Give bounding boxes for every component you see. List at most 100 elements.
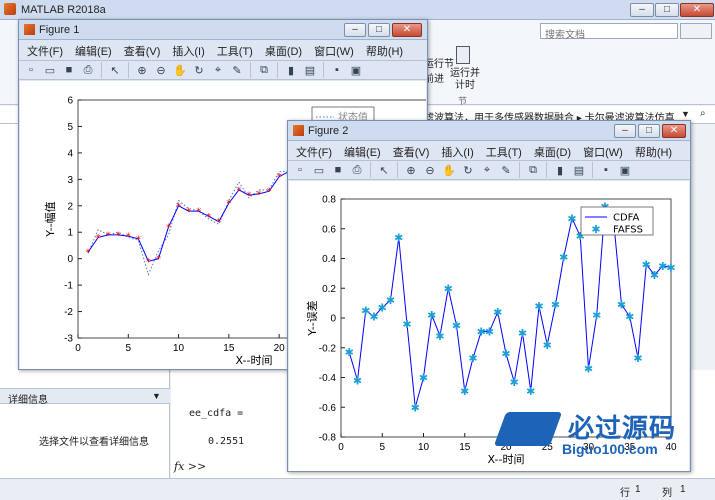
hide-plot-tools-icon[interactable]: ▪ xyxy=(329,62,345,78)
menu-item[interactable]: 编辑(E) xyxy=(75,46,112,58)
pan-icon[interactable]: ✋ xyxy=(441,162,457,178)
menu-item[interactable]: 帮助(H) xyxy=(366,46,403,58)
zoom-out-icon[interactable]: ⊖ xyxy=(153,62,169,78)
menu-item[interactable]: 桌面(D) xyxy=(265,46,302,58)
open-file-icon[interactable]: ▭ xyxy=(311,162,327,178)
open-file-icon[interactable]: ▭ xyxy=(42,62,58,78)
series-marker: ✱ xyxy=(551,299,560,312)
show-plot-tools-icon[interactable]: ▣ xyxy=(348,62,364,78)
figure1-maximize-button[interactable]: □ xyxy=(368,23,390,37)
print-icon[interactable]: ⎙ xyxy=(349,162,365,178)
figure2-minimize-button[interactable]: – xyxy=(614,124,636,138)
figure2-titlebar[interactable]: Figure 2 – □ ✕ xyxy=(288,121,690,141)
zoom-in-icon[interactable]: ⊕ xyxy=(403,162,419,178)
colorbar-icon[interactable]: ▮ xyxy=(552,162,568,178)
menu-item[interactable]: 查看(V) xyxy=(393,147,430,159)
figure1-titlebar[interactable]: Figure 1 – □ ✕ xyxy=(19,20,427,40)
matlab-logo-icon xyxy=(4,3,16,15)
pointer-icon[interactable]: ↖ xyxy=(107,62,123,78)
series-marker: * xyxy=(96,233,101,244)
search-box[interactable]: 搜索文档 xyxy=(540,23,678,41)
menu-item[interactable]: 帮助(H) xyxy=(635,147,672,159)
menu-item[interactable]: 工具(T) xyxy=(217,46,253,58)
y-tick-label: -0.8 xyxy=(319,433,337,444)
series-marker: ✱ xyxy=(518,327,527,340)
figure1-menubar: 文件(F) 编辑(E) 查看(V) 插入(I) 工具(T) 桌面(D) 窗口(W) 帮助(H) xyxy=(27,43,415,59)
y-tick-label: -2 xyxy=(64,307,73,318)
legend-icon[interactable]: ▤ xyxy=(302,62,318,78)
zoom-out-icon[interactable]: ⊖ xyxy=(422,162,438,178)
rotate-icon[interactable]: ↻ xyxy=(460,162,476,178)
close-button[interactable]: ✕ xyxy=(680,3,714,17)
series-marker: ✱ xyxy=(633,352,642,365)
x-tick-label: 15 xyxy=(459,442,471,453)
save-icon[interactable]: ■ xyxy=(330,162,346,178)
legend-icon[interactable]: ▤ xyxy=(571,162,587,178)
pan-icon[interactable]: ✋ xyxy=(172,62,188,78)
x-tick-label: 0 xyxy=(75,343,81,354)
matlab-title: MATLAB R2018a xyxy=(21,4,106,16)
menu-item[interactable]: 窗口(W) xyxy=(583,147,623,159)
matlab-titlebar: MATLAB R2018a – □ ✕ xyxy=(0,0,715,20)
y-tick-label: 1 xyxy=(67,228,73,239)
rotate-icon[interactable]: ↻ xyxy=(191,62,207,78)
path-search-icon[interactable]: ⌕ xyxy=(700,108,706,119)
menu-item[interactable]: 文件(F) xyxy=(27,46,63,58)
hide-plot-tools-icon[interactable]: ▪ xyxy=(598,162,614,178)
pointer-icon[interactable]: ↖ xyxy=(376,162,392,178)
y-tick-label: 0 xyxy=(330,314,336,325)
series-marker: * xyxy=(257,189,262,200)
y-tick-label: -3 xyxy=(64,334,73,345)
legend-label: FAFSS xyxy=(613,225,643,236)
figure1-toolbar: ▫ ▭ ■ ⎙ ↖ ⊕ ⊖ ✋ ↻ ⌖ ✎ ⧉ ▮ ▤ ▪ ▣ xyxy=(19,60,427,80)
data-cursor-icon[interactable]: ⌖ xyxy=(479,162,495,178)
series-marker: ✱ xyxy=(394,232,403,245)
menu-item[interactable]: 插入(I) xyxy=(441,147,473,159)
details-collapse-icon[interactable]: ▼ xyxy=(152,391,161,401)
figure1-close-button[interactable]: ✕ xyxy=(392,23,422,37)
link-plot-icon[interactable]: ⧉ xyxy=(525,162,541,178)
cmd-prompt[interactable]: fx >> xyxy=(174,460,206,473)
details-text: 选择文件以查看详细信息 xyxy=(39,437,149,448)
series-marker: ✱ xyxy=(460,385,469,398)
legend-label: CDFA xyxy=(613,213,640,224)
menu-item[interactable]: 文件(F) xyxy=(296,147,332,159)
menu-item[interactable]: 桌面(D) xyxy=(534,147,571,159)
colorbar-icon[interactable]: ▮ xyxy=(283,62,299,78)
print-icon[interactable]: ⎙ xyxy=(80,62,96,78)
series-marker: ✱ xyxy=(345,346,354,359)
link-plot-icon[interactable]: ⧉ xyxy=(256,62,272,78)
series-marker: ✱ xyxy=(427,309,436,322)
search-options-button[interactable] xyxy=(680,23,712,39)
data-cursor-icon[interactable]: ⌖ xyxy=(210,62,226,78)
maximize-button[interactable]: □ xyxy=(655,3,679,17)
figure2-close-button[interactable]: ✕ xyxy=(662,124,686,138)
cmd-val: 0.2551 xyxy=(208,436,245,447)
details-header[interactable]: 详细信息 ▼ xyxy=(0,388,170,406)
y-tick-label: 3 xyxy=(67,175,73,186)
y-tick-label: -0.4 xyxy=(319,373,337,384)
menu-item[interactable]: 插入(I) xyxy=(172,46,204,58)
status-bar: 行 1 列 1 xyxy=(0,478,715,500)
brush-icon[interactable]: ✎ xyxy=(498,162,514,178)
figure2-maximize-button[interactable]: □ xyxy=(638,124,660,138)
menu-item[interactable]: 查看(V) xyxy=(124,46,161,58)
series-marker: ✱ xyxy=(411,401,420,414)
figure1-minimize-button[interactable]: – xyxy=(344,23,366,37)
new-figure-icon[interactable]: ▫ xyxy=(23,62,39,78)
new-figure-icon[interactable]: ▫ xyxy=(292,162,308,178)
minimize-button[interactable]: – xyxy=(630,3,654,17)
run-time-icon[interactable] xyxy=(456,46,470,64)
series-marker: * xyxy=(246,191,251,202)
save-icon[interactable]: ■ xyxy=(61,62,77,78)
brush-icon[interactable]: ✎ xyxy=(229,62,245,78)
menu-item[interactable]: 编辑(E) xyxy=(344,147,381,159)
menu-item[interactable]: 工具(T) xyxy=(486,147,522,159)
menu-item[interactable]: 窗口(W) xyxy=(314,46,354,58)
show-plot-tools-icon[interactable]: ▣ xyxy=(617,162,633,178)
ribbon-run-time[interactable]: 运行并计时 xyxy=(450,68,480,92)
path-dropdown-icon[interactable]: ▼ xyxy=(681,109,690,119)
series-marker: ✱ xyxy=(444,282,453,295)
x-tick-label: 0 xyxy=(338,442,344,453)
zoom-in-icon[interactable]: ⊕ xyxy=(134,62,150,78)
